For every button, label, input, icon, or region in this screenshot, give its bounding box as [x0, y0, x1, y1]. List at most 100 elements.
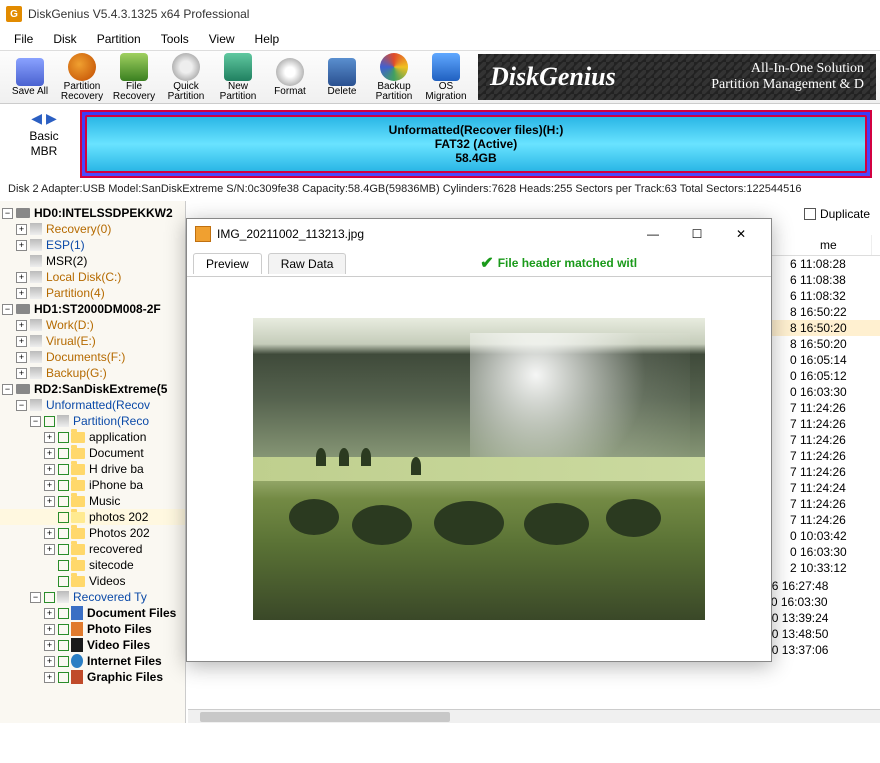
collapse-icon[interactable]: − — [2, 208, 13, 219]
tree-folder[interactable]: Photos 202 — [89, 526, 150, 540]
expand-icon[interactable]: + — [44, 464, 55, 475]
disk-tree[interactable]: − HD0:INTELSSDPEKKW2 + Recovery(0) + ESP(1)… — [0, 201, 186, 723]
tree-hd1[interactable]: HD1:ST2000DM008-2F — [34, 302, 161, 316]
tree-folder-selected[interactable]: photos 202 — [89, 510, 148, 524]
menu-help[interactable]: Help — [247, 30, 288, 48]
checkbox-icon[interactable] — [58, 448, 69, 459]
format-button[interactable]: Format — [264, 52, 316, 102]
tree-folder[interactable]: Music — [89, 494, 120, 508]
expand-icon[interactable]: + — [16, 288, 27, 299]
tree-folder[interactable]: recovered — [89, 542, 142, 556]
menu-view[interactable]: View — [201, 30, 243, 48]
checkbox-icon[interactable] — [58, 656, 69, 667]
checkbox-icon[interactable] — [58, 544, 69, 555]
checkbox-icon[interactable] — [58, 480, 69, 491]
tree-folder[interactable]: H drive ba — [89, 462, 144, 476]
tree-video-files[interactable]: Video Files — [87, 638, 150, 652]
checkbox-icon[interactable] — [58, 464, 69, 475]
expand-icon[interactable]: + — [44, 432, 55, 443]
checkbox-icon[interactable] — [44, 592, 55, 603]
expand-icon[interactable]: + — [44, 624, 55, 635]
menu-file[interactable]: File — [6, 30, 41, 48]
tree-esp[interactable]: ESP(1) — [46, 238, 85, 252]
tree-folder[interactable]: sitecode — [89, 558, 134, 572]
expand-icon[interactable]: + — [44, 448, 55, 459]
horizontal-scrollbar[interactable] — [188, 709, 880, 723]
expand-icon[interactable]: + — [16, 320, 27, 331]
tree-documents[interactable]: Documents(F:) — [46, 350, 125, 364]
scrollbar-thumb[interactable] — [200, 712, 450, 722]
tree-partition-recov[interactable]: Partition(Reco — [73, 414, 149, 428]
col-time[interactable]: me — [816, 235, 872, 255]
tree-folder[interactable]: application — [89, 430, 146, 444]
tree-msr[interactable]: MSR(2) — [46, 254, 87, 268]
backup-partition-button[interactable]: Backup Partition — [368, 52, 420, 102]
menu-tools[interactable]: Tools — [153, 30, 197, 48]
expand-icon[interactable]: + — [44, 496, 55, 507]
checkbox-icon[interactable] — [58, 528, 69, 539]
expand-icon[interactable]: + — [16, 224, 27, 235]
tree-work[interactable]: Work(D:) — [46, 318, 94, 332]
expand-icon[interactable]: + — [44, 528, 55, 539]
expand-icon[interactable]: + — [44, 640, 55, 651]
menu-partition[interactable]: Partition — [89, 30, 149, 48]
tree-folder[interactable]: Document — [89, 446, 144, 460]
checkbox-icon[interactable] — [58, 560, 69, 571]
tree-internet-files[interactable]: Internet Files — [87, 654, 162, 668]
checkbox-icon[interactable] — [58, 672, 69, 683]
tree-graphic-files[interactable]: Graphic Files — [87, 670, 163, 684]
partition-block[interactable]: Unformatted(Recover files)(H:) FAT32 (Ac… — [85, 115, 867, 173]
expand-icon[interactable]: + — [16, 352, 27, 363]
tree-local-disk[interactable]: Local Disk(C:) — [46, 270, 121, 284]
tree-recovery[interactable]: Recovery(0) — [46, 222, 111, 236]
expand-icon[interactable]: + — [16, 272, 27, 283]
maximize-button[interactable]: ☐ — [675, 220, 719, 248]
collapse-icon[interactable]: − — [30, 416, 41, 427]
expand-icon[interactable]: + — [44, 608, 55, 619]
tree-unformatted[interactable]: Unformatted(Recov — [46, 398, 150, 412]
expand-icon[interactable]: + — [16, 240, 27, 251]
expand-icon[interactable]: + — [16, 336, 27, 347]
collapse-icon[interactable]: − — [2, 304, 13, 315]
collapse-icon[interactable]: − — [30, 592, 41, 603]
file-recovery-button[interactable]: File Recovery — [108, 52, 160, 102]
checkbox-icon[interactable] — [58, 512, 69, 523]
os-migration-button[interactable]: OS Migration — [420, 52, 472, 102]
checkbox-icon[interactable] — [58, 608, 69, 619]
collapse-icon[interactable]: − — [16, 400, 27, 411]
expand-icon[interactable]: + — [16, 368, 27, 379]
expand-icon[interactable]: + — [44, 656, 55, 667]
duplicate-checkbox[interactable]: Duplicate — [804, 207, 870, 221]
checkbox-icon[interactable] — [44, 416, 55, 427]
tree-hd0[interactable]: HD0:INTELSSDPEKKW2 — [34, 206, 173, 220]
menu-disk[interactable]: Disk — [45, 30, 84, 48]
minimize-button[interactable]: — — [631, 220, 675, 248]
collapse-icon[interactable]: − — [2, 384, 13, 395]
tree-backup[interactable]: Backup(G:) — [46, 366, 107, 380]
disk-map[interactable]: Unformatted(Recover files)(H:) FAT32 (Ac… — [80, 110, 872, 178]
checkbox-icon[interactable] — [58, 496, 69, 507]
tree-photo-files[interactable]: Photo Files — [87, 622, 152, 636]
tab-preview[interactable]: Preview — [193, 253, 262, 274]
tab-raw-data[interactable]: Raw Data — [268, 253, 347, 274]
checkbox-icon[interactable] — [58, 624, 69, 635]
disk-prev-next[interactable]: ◀ ▶ — [8, 110, 80, 127]
tree-rd2[interactable]: RD2:SanDiskExtreme(5 — [34, 382, 167, 396]
checkbox-icon[interactable] — [58, 576, 69, 587]
preview-title-bar[interactable]: IMG_20211002_113213.jpg — ☐ ✕ — [187, 219, 771, 249]
close-button[interactable]: ✕ — [719, 220, 763, 248]
delete-button[interactable]: Delete — [316, 52, 368, 102]
tree-partition4[interactable]: Partition(4) — [46, 286, 105, 300]
tree-document-files[interactable]: Document Files — [87, 606, 176, 620]
checkbox-icon[interactable] — [58, 432, 69, 443]
tree-virtual[interactable]: Virual(E:) — [46, 334, 96, 348]
expand-icon[interactable]: + — [44, 480, 55, 491]
tree-recovered-types[interactable]: Recovered Ty — [73, 590, 147, 604]
checkbox-icon[interactable] — [58, 640, 69, 651]
checkbox-icon[interactable] — [804, 208, 816, 220]
tree-folder[interactable]: iPhone ba — [89, 478, 143, 492]
expand-icon[interactable]: + — [44, 672, 55, 683]
partition-recovery-button[interactable]: Partition Recovery — [56, 52, 108, 102]
tree-folder[interactable]: Videos — [89, 574, 125, 588]
save-all-button[interactable]: Save All — [4, 52, 56, 102]
